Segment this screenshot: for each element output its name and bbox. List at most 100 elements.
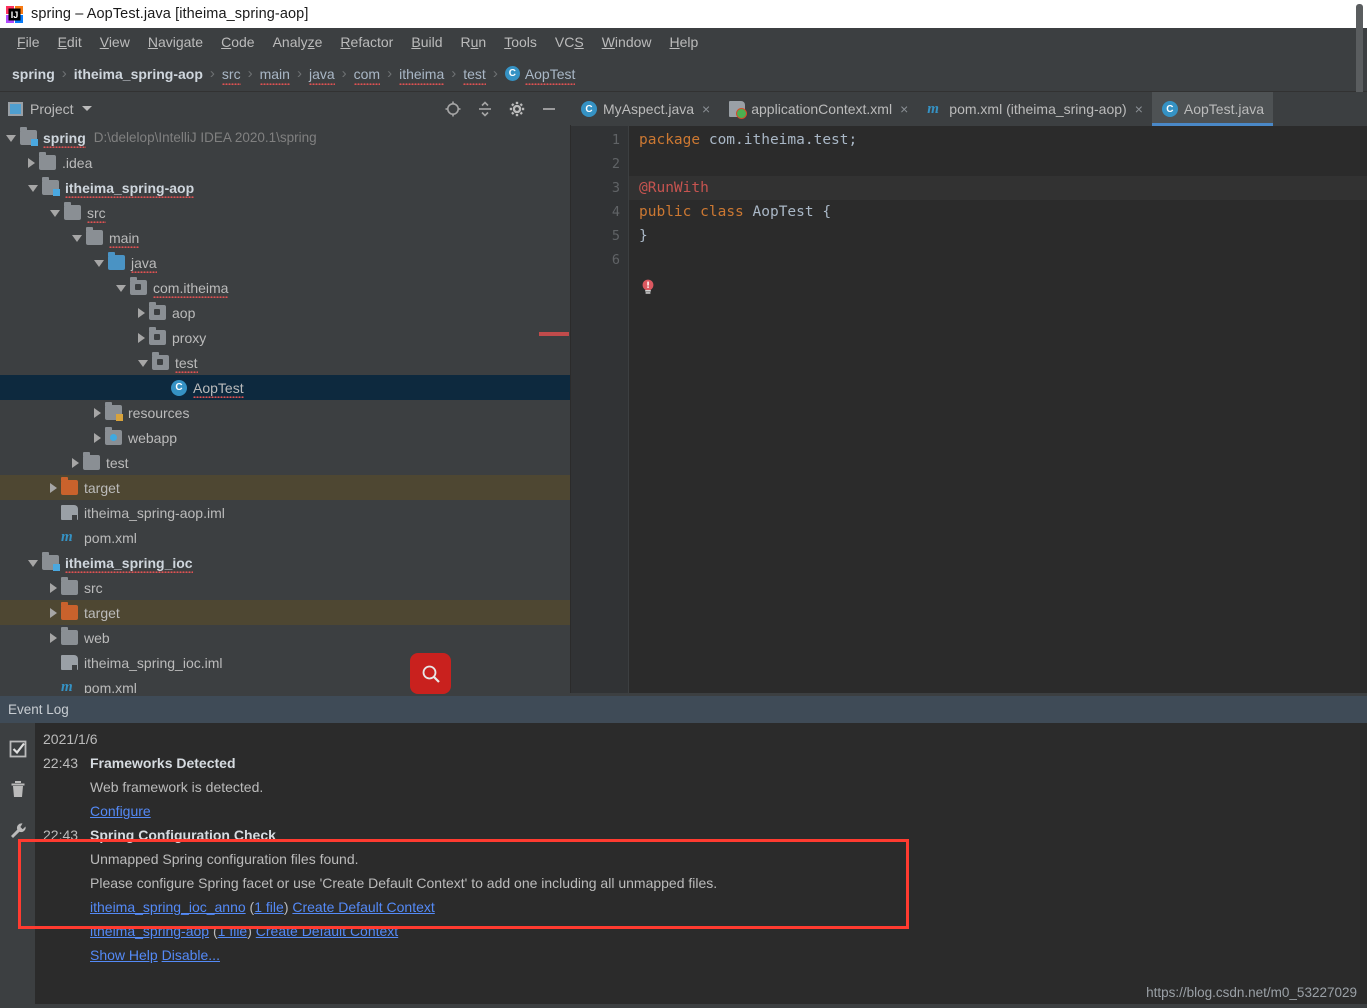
tree-item-pom-xml[interactable]: m pom.xml [0,525,570,550]
breadcrumb-item-itheima-spring-aop[interactable]: itheima_spring-aop [74,66,203,82]
menu-item-analyze[interactable]: Analyze [264,32,332,52]
breadcrumb-item-src[interactable]: src [221,66,241,85]
breadcrumb-item-java[interactable]: java [308,66,335,85]
menu-item-navigate[interactable]: Navigate [139,32,212,52]
editor-tab-aoptest-java[interactable]: C AopTest.java [1151,92,1274,126]
breadcrumb-item-com[interactable]: com [353,66,381,85]
tree-item-com-itheima[interactable]: com.itheima [0,275,570,300]
tree-item-pom-xml[interactable]: m pom.xml [0,675,570,694]
close-icon[interactable]: × [1135,101,1143,117]
chevron-down-icon[interactable] [28,185,38,192]
tree-item-target[interactable]: target [0,475,570,500]
chevron-down-icon[interactable] [28,560,38,567]
breadcrumb-item-spring[interactable]: spring [12,66,55,82]
chevron-down-icon[interactable] [94,260,104,267]
menu-item-refactor[interactable]: Refactor [331,32,402,52]
chevron-right-icon[interactable] [94,432,101,443]
tree-item-aop[interactable]: aop [0,300,570,325]
search-everywhere-button[interactable] [410,653,451,694]
tree-item--idea[interactable]: .idea [0,150,570,175]
breadcrumb-item-itheima[interactable]: itheima [399,66,445,85]
tree-item-aoptest[interactable]: C AopTest [0,375,570,400]
tree-item-web[interactable]: web [0,625,570,650]
chevron-right-icon[interactable] [50,582,57,593]
chevron-right-icon[interactable] [28,157,35,168]
error-bulb-icon[interactable] [641,279,655,296]
chevron-down-icon[interactable] [81,106,92,111]
chevron-right-icon[interactable] [94,407,101,418]
tree-item-itheima-spring-aop[interactable]: itheima_spring-aop [0,175,570,200]
breadcrumb-item-main[interactable]: main [259,66,291,85]
gear-icon[interactable] [508,100,526,118]
chevron-right-icon[interactable] [50,607,57,618]
tree-item-target[interactable]: target [0,600,570,625]
code-line-3[interactable]: @RunWith [629,176,1367,200]
event-log-link-create-default-context[interactable]: Create Default Context [292,899,434,915]
menu-item-window[interactable]: Window [593,32,661,52]
tree-item-src[interactable]: src [0,200,570,225]
menu-item-edit[interactable]: Edit [49,32,91,52]
tree-item-proxy[interactable]: proxy [0,325,570,350]
trash-icon[interactable] [8,779,28,799]
chevron-down-icon[interactable] [6,135,16,142]
wrench-settings-icon[interactable] [8,821,28,841]
code-line-2[interactable] [629,152,1367,176]
event-log-link-1-file[interactable]: 1 file [218,923,248,939]
tree-item-main[interactable]: main [0,225,570,250]
tree-item-test[interactable]: test [0,450,570,475]
editor-tab-bar[interactable]: C MyAspect.java × applicationContext.xml × m p… [571,92,1367,126]
minimize-icon[interactable] [540,100,558,118]
tree-item-src[interactable]: src [0,575,570,600]
event-log-link-disable-[interactable]: Disable... [162,947,220,963]
tree-item-spring[interactable]: spring D:\delelop\IntelliJ IDEA 2020.1\sp… [0,125,570,150]
menu-item-view[interactable]: View [91,32,139,52]
editor-tab-myaspect-java[interactable]: C MyAspect.java × [571,92,719,126]
menu-item-file[interactable]: File [8,32,49,52]
tree-item-test[interactable]: test [0,350,570,375]
locate-in-tree-icon[interactable] [444,100,462,118]
chevron-down-icon[interactable] [50,210,60,217]
tree-item-itheima-spring-aop-iml[interactable]: itheima_spring-aop.iml [0,500,570,525]
chevron-right-icon[interactable] [50,632,57,643]
menu-item-code[interactable]: Code [212,32,263,52]
code-line-6[interactable] [629,248,1367,272]
chevron-down-icon[interactable] [72,235,82,242]
chevron-down-icon[interactable] [138,360,148,367]
editor-tab-pom-xml-itheima-sring-aop-[interactable]: m pom.xml (itheima_sring-aop) × [917,92,1152,126]
mark-all-read-icon[interactable] [8,739,28,759]
code-editor[interactable]: 1 2 3 4 5 6 package com.itheima.test; @RunWith… [571,126,1367,693]
tree-item-resources[interactable]: resources [0,400,570,425]
event-log-header[interactable]: Event Log [0,696,1367,723]
menu-item-build[interactable]: Build [402,32,451,52]
chevron-down-icon[interactable] [116,285,126,292]
chevron-right-icon[interactable] [138,332,145,343]
menu-item-run[interactable]: Run [452,32,496,52]
chevron-right-icon[interactable] [72,457,79,468]
editor-tab-applicationcontext-xml[interactable]: applicationContext.xml × [719,92,917,126]
close-icon[interactable]: × [900,101,908,117]
menu-item-tools[interactable]: Tools [495,32,546,52]
tree-item-java[interactable]: java [0,250,570,275]
menu-item-vcs[interactable]: VCS [546,32,593,52]
collapse-all-icon[interactable] [476,100,494,118]
event-log-link-itheima-spring-aop[interactable]: itheima_spring-aop [90,923,209,939]
menu-item-help[interactable]: Help [661,32,708,52]
chevron-right-icon[interactable] [138,307,145,318]
code-line-1[interactable]: package com.itheima.test; [629,128,1367,152]
event-log-link-itheima-spring-ioc-anno[interactable]: itheima_spring_ioc_anno [90,899,246,915]
code-line-4[interactable]: public class AopTest { [629,200,1367,224]
chevron-right-icon[interactable] [50,482,57,493]
close-icon[interactable]: × [702,101,710,117]
code-line-5[interactable]: } [629,224,1367,248]
event-log-link-1-file[interactable]: 1 file [254,899,284,915]
breadcrumb-item-aoptest[interactable]: C AopTest [504,66,575,85]
event-log-link-show-help[interactable]: Show Help [90,947,158,963]
class-icon: C [171,379,187,396]
event-log-link-configure[interactable]: Configure [90,803,151,819]
project-tree[interactable]: spring D:\delelop\IntelliJ IDEA 2020.1\sp… [0,125,570,693]
tree-item-webapp[interactable]: webapp [0,425,570,450]
tree-item-itheima-spring-ioc-iml[interactable]: itheima_spring_ioc.iml [0,650,570,675]
tree-item-itheima-spring-ioc[interactable]: itheima_spring_ioc [0,550,570,575]
event-log-link-create-default-context[interactable]: Create Default Context [256,923,398,939]
breadcrumb-item-test[interactable]: test [463,66,486,85]
